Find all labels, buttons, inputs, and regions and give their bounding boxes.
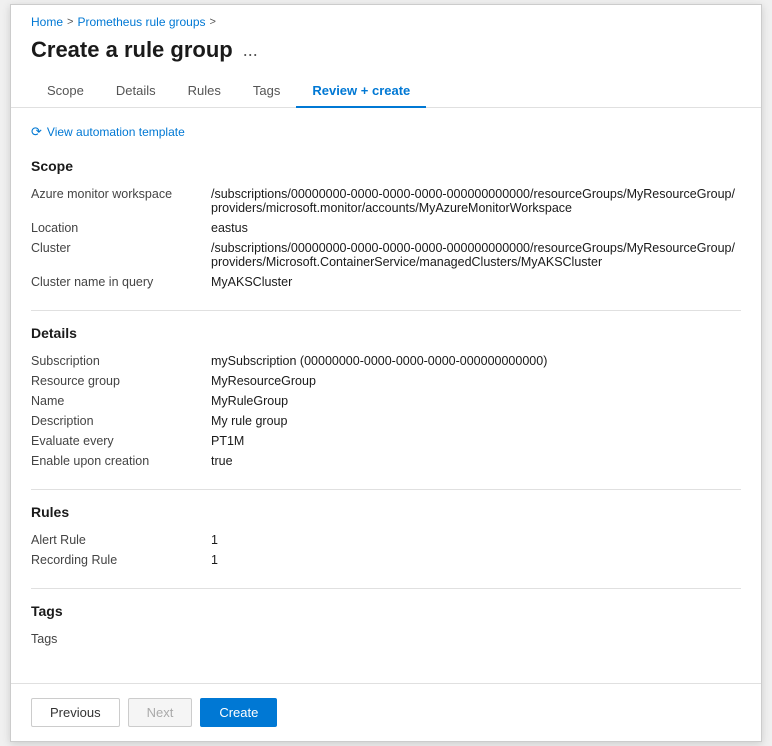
page-title: Create a rule group (31, 37, 233, 63)
create-button[interactable]: Create (200, 698, 277, 727)
details-label-5: Enable upon creation (31, 451, 211, 471)
automation-icon: ⟳ (31, 124, 42, 140)
scope-label-0: Azure monitor workspace (31, 184, 211, 218)
tab-tags[interactable]: Tags (237, 75, 296, 108)
details-section-title: Details (31, 325, 741, 341)
details-value-3: My rule group (211, 411, 741, 431)
table-row: Subscription mySubscription (00000000-00… (31, 351, 741, 371)
table-row: Resource group MyResourceGroup (31, 371, 741, 391)
rules-value-0: 1 (211, 530, 741, 550)
page-header: Create a rule group ... (11, 33, 761, 75)
rules-section-title: Rules (31, 504, 741, 520)
scope-table: Azure monitor workspace /subscriptions/0… (31, 184, 741, 292)
details-value-1: MyResourceGroup (211, 371, 741, 391)
rules-table: Alert Rule 1 Recording Rule 1 (31, 530, 741, 570)
table-row: Enable upon creation true (31, 451, 741, 471)
main-content: ⟳ View automation template Scope Azure m… (11, 108, 761, 683)
details-label-2: Name (31, 391, 211, 411)
table-row: Tags (31, 629, 741, 649)
divider-scope-details (31, 310, 741, 311)
previous-button[interactable]: Previous (31, 698, 120, 727)
details-value-4: PT1M (211, 431, 741, 451)
details-label-0: Subscription (31, 351, 211, 371)
details-table: Subscription mySubscription (00000000-00… (31, 351, 741, 471)
table-row: Alert Rule 1 (31, 530, 741, 550)
scope-value-3: MyAKSCluster (211, 272, 741, 292)
breadcrumb-prometheus[interactable]: Prometheus rule groups (77, 15, 205, 29)
breadcrumb-home[interactable]: Home (31, 15, 63, 29)
rules-label-1: Recording Rule (31, 550, 211, 570)
tab-review-create[interactable]: Review + create (296, 75, 426, 108)
page-menu-icon[interactable]: ... (243, 40, 258, 61)
scope-value-0: /subscriptions/00000000-0000-0000-0000-0… (211, 184, 741, 218)
scope-value-1: eastus (211, 218, 741, 238)
table-row: Azure monitor workspace /subscriptions/0… (31, 184, 741, 218)
tags-section-title: Tags (31, 603, 741, 619)
automation-template-link[interactable]: ⟳ View automation template (31, 124, 741, 140)
scope-section-title: Scope (31, 158, 741, 174)
tab-rules[interactable]: Rules (172, 75, 237, 108)
tags-label-0: Tags (31, 629, 211, 649)
table-row: Location eastus (31, 218, 741, 238)
details-label-3: Description (31, 411, 211, 431)
breadcrumb-sep2: > (210, 16, 216, 28)
rules-value-1: 1 (211, 550, 741, 570)
breadcrumb-sep1: > (67, 16, 73, 28)
table-row: Cluster name in query MyAKSCluster (31, 272, 741, 292)
details-value-0: mySubscription (00000000-0000-0000-0000-… (211, 351, 741, 371)
table-row: Description My rule group (31, 411, 741, 431)
divider-details-rules (31, 489, 741, 490)
tab-details[interactable]: Details (100, 75, 172, 108)
table-row: Recording Rule 1 (31, 550, 741, 570)
tags-value-0 (211, 629, 741, 649)
table-row: Name MyRuleGroup (31, 391, 741, 411)
automation-template-label: View automation template (47, 125, 185, 139)
table-row: Evaluate every PT1M (31, 431, 741, 451)
tabs-container: Scope Details Rules Tags Review + create (11, 75, 761, 108)
scope-label-3: Cluster name in query (31, 272, 211, 292)
tags-table: Tags (31, 629, 741, 649)
table-row: Cluster /subscriptions/00000000-0000-000… (31, 238, 741, 272)
divider-rules-tags (31, 588, 741, 589)
footer: Previous Next Create (11, 683, 761, 741)
details-label-4: Evaluate every (31, 431, 211, 451)
next-button: Next (128, 698, 193, 727)
rules-label-0: Alert Rule (31, 530, 211, 550)
scope-label-2: Cluster (31, 238, 211, 272)
details-value-2: MyRuleGroup (211, 391, 741, 411)
scope-label-1: Location (31, 218, 211, 238)
breadcrumb: Home > Prometheus rule groups > (11, 5, 761, 33)
scope-value-2: /subscriptions/00000000-0000-0000-0000-0… (211, 238, 741, 272)
details-label-1: Resource group (31, 371, 211, 391)
tab-scope[interactable]: Scope (31, 75, 100, 108)
details-value-5: true (211, 451, 741, 471)
